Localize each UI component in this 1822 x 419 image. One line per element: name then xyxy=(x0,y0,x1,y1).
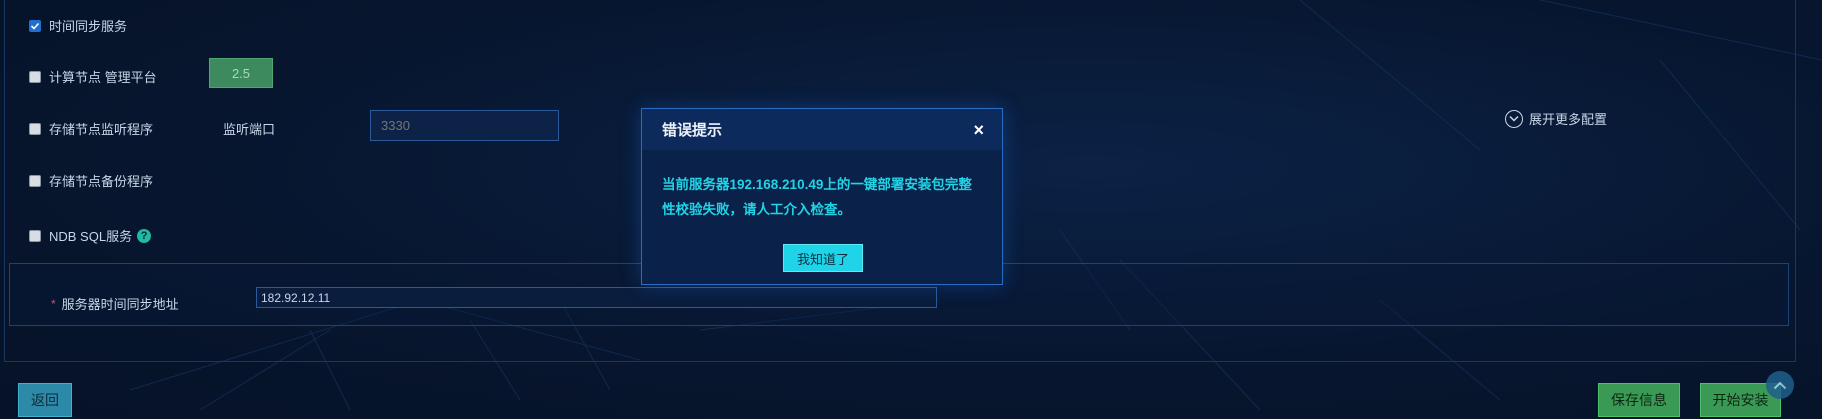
version-select[interactable]: 2.5 xyxy=(209,58,273,88)
storage-backup-label: 存储节点备份程序 xyxy=(49,174,154,189)
expand-more-label: 展开更多配置 xyxy=(1529,112,1608,127)
ntp-label: 服务器时间同步地址 xyxy=(61,297,179,312)
time-sync-row: 时间同步服务 xyxy=(29,16,127,35)
port-label: 监听端口 xyxy=(223,122,276,137)
ndb-sql-checkbox[interactable] xyxy=(29,229,41,242)
port-input[interactable] xyxy=(370,110,559,141)
expand-more-button[interactable]: 展开更多配置 xyxy=(1505,109,1607,128)
dialog-header: 错误提示 × xyxy=(642,109,1002,150)
required-mark: * xyxy=(51,296,56,311)
compute-mgmt-checkbox[interactable] xyxy=(29,70,41,83)
dialog-title: 错误提示 xyxy=(662,122,723,139)
storage-monitor-label: 存储节点监听程序 xyxy=(49,122,154,137)
save-button[interactable]: 保存信息 xyxy=(1598,383,1680,417)
close-icon[interactable]: × xyxy=(973,121,984,139)
back-button[interactable]: 返回 xyxy=(18,383,72,417)
check-icon xyxy=(30,22,40,30)
ntp-address-input[interactable] xyxy=(256,287,937,308)
help-icon[interactable]: ? xyxy=(137,228,152,243)
scroll-top-button[interactable] xyxy=(1766,371,1794,399)
ndb-sql-label: NDB SQL服务 xyxy=(49,229,133,244)
acknowledge-button[interactable]: 我知道了 xyxy=(783,244,863,272)
dialog-message: 当前服务器192.168.210.49上的一键部署安装包完整性校验失败，请人工介… xyxy=(662,177,972,217)
storage-monitor-row: 存储节点监听程序 xyxy=(29,119,153,138)
time-sync-label: 时间同步服务 xyxy=(49,19,128,34)
storage-backup-checkbox[interactable] xyxy=(29,174,41,187)
storage-monitor-checkbox[interactable] xyxy=(29,122,41,135)
chevron-up-icon xyxy=(1773,381,1787,389)
ndb-sql-row: NDB SQL服务 ? xyxy=(29,226,152,245)
compute-mgmt-label: 计算节点 管理平台 xyxy=(49,70,157,85)
storage-backup-row: 存储节点备份程序 xyxy=(29,171,153,190)
compute-mgmt-row: 计算节点 管理平台 xyxy=(29,67,157,86)
ntp-row: * 服务器时间同步地址 xyxy=(51,294,179,313)
time-sync-checkbox[interactable] xyxy=(29,19,41,32)
error-dialog: 错误提示 × 当前服务器192.168.210.49上的一键部署安装包完整性校验… xyxy=(641,108,1003,285)
chevron-down-icon xyxy=(1505,109,1523,128)
